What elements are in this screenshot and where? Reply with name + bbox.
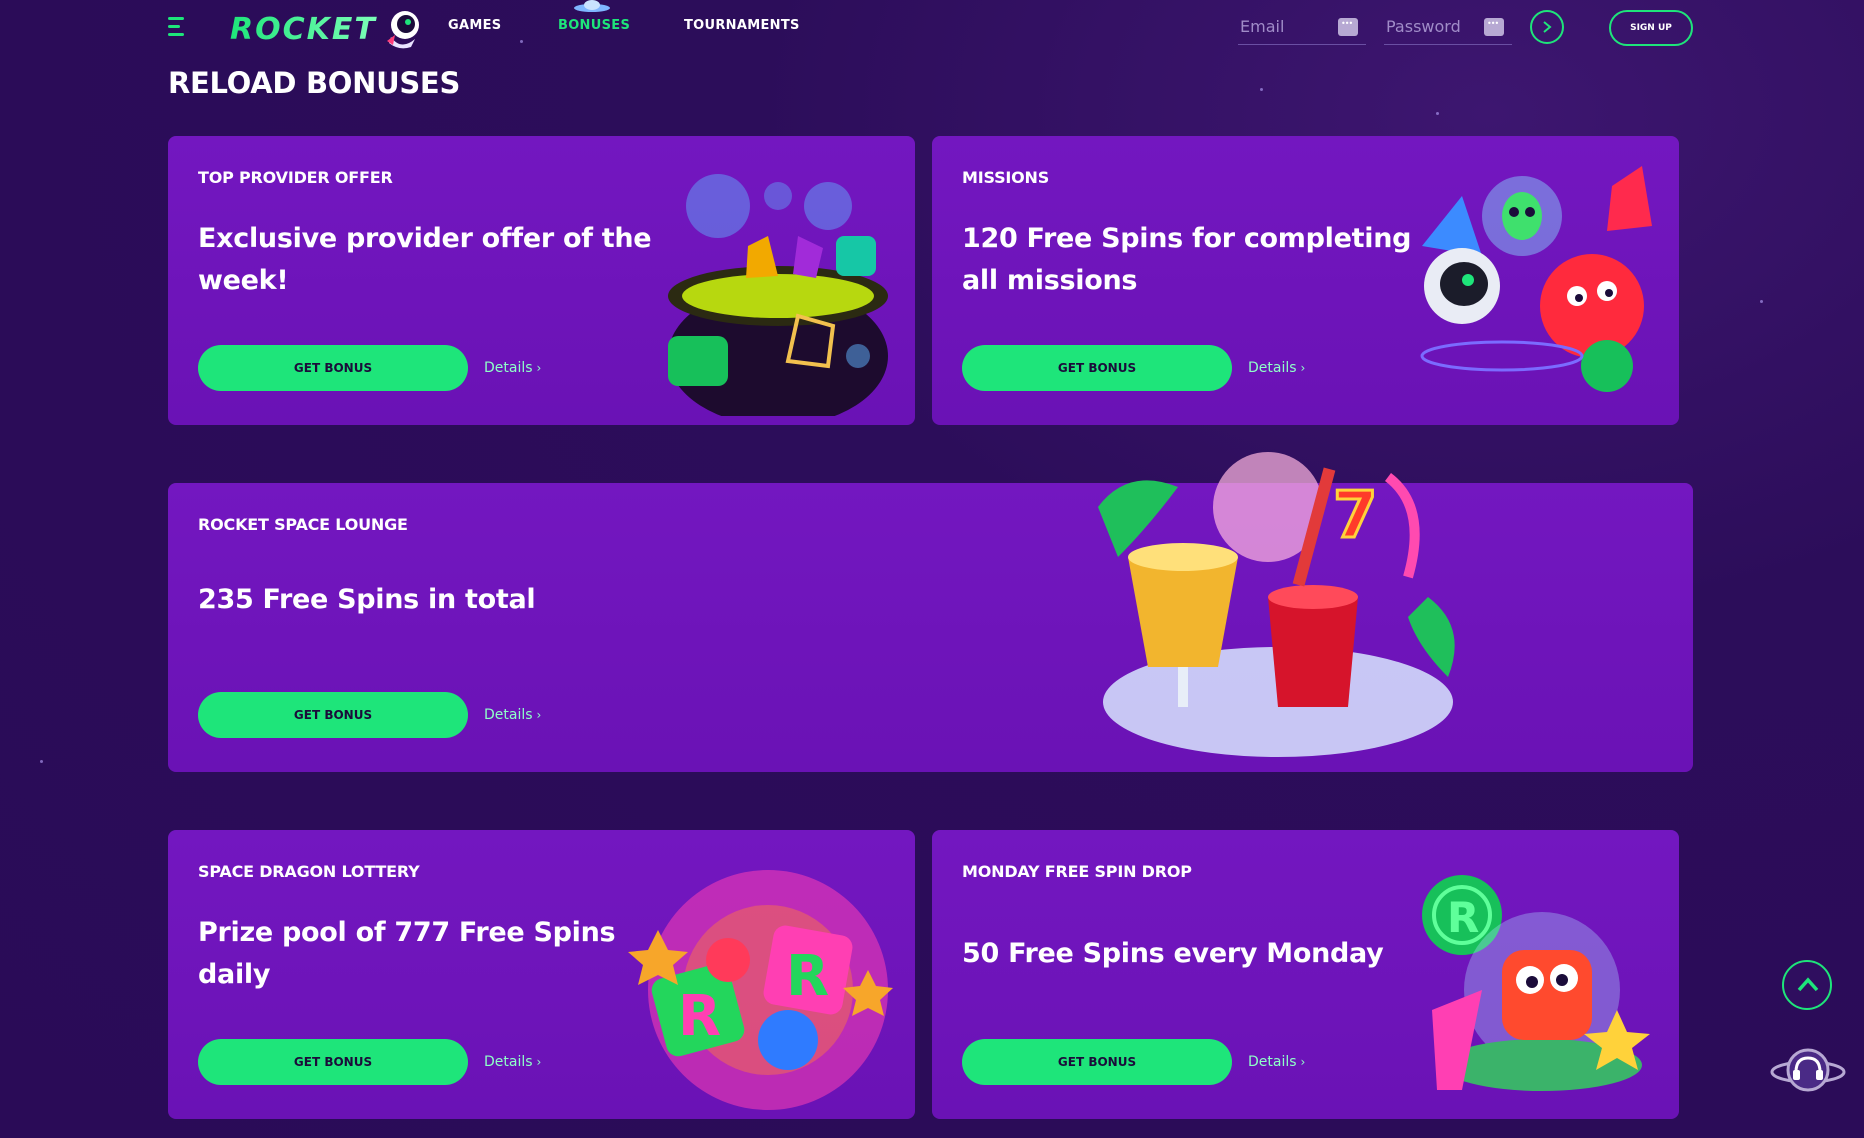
card-title-line: Prize pool of 777 Free Spins — [198, 917, 616, 948]
card-title: 120 Free Spins for completing all missio… — [962, 218, 1411, 302]
details-link[interactable]: Details › — [1248, 1054, 1305, 1070]
card-title-line: Exclusive provider offer of the — [198, 223, 652, 254]
ufo-icon — [574, 0, 610, 12]
chevron-right-icon: › — [1300, 361, 1306, 375]
get-bonus-button[interactable]: GET BONUS — [198, 1039, 468, 1085]
page-title: RELOAD BONUSES — [168, 66, 461, 100]
details-label: Details — [1248, 360, 1297, 376]
details-link[interactable]: Details › — [484, 1054, 541, 1070]
star-decoration — [40, 760, 43, 763]
card-title-line: all missions — [962, 265, 1138, 296]
nav-bonuses[interactable]: BONUSES — [558, 18, 630, 33]
top-header: ROCKET GAMES BONUSES TOURNAMENTS SIGN UP — [0, 0, 1864, 64]
email-input[interactable] — [1238, 16, 1342, 37]
svg-text:R: R — [1447, 893, 1479, 942]
chevron-up-icon — [1797, 977, 1819, 992]
details-label: Details — [484, 1054, 533, 1070]
card-title: 235 Free Spins in total — [198, 579, 536, 621]
get-bonus-button[interactable]: GET BONUS — [962, 345, 1232, 391]
details-link[interactable]: Details › — [484, 707, 541, 723]
chevron-right-icon: › — [536, 361, 542, 375]
get-bonus-button[interactable]: GET BONUS — [962, 1039, 1232, 1085]
svg-text:7: 7 — [1333, 479, 1378, 553]
card-title: Prize pool of 777 Free Spins daily — [198, 912, 616, 996]
get-bonus-button[interactable]: GET BONUS — [198, 692, 468, 738]
login-button[interactable] — [1530, 10, 1564, 44]
hamburger-icon[interactable] — [168, 17, 186, 37]
chevron-right-icon — [1543, 21, 1552, 33]
signup-button[interactable]: SIGN UP — [1609, 10, 1693, 46]
password-manager-icon[interactable] — [1484, 18, 1504, 36]
details-link[interactable]: Details › — [1248, 360, 1305, 376]
card-label: MISSIONS — [962, 168, 1050, 187]
bonus-card: SPACE DRAGON LOTTERY Prize pool of 777 F… — [168, 830, 915, 1119]
logo-text: ROCKET — [230, 11, 377, 47]
scroll-to-top-button[interactable] — [1782, 960, 1832, 1010]
cauldron-gems-art — [668, 174, 888, 416]
card-label: MONDAY FREE SPIN DROP — [962, 862, 1192, 881]
bonus-card: MONDAY FREE SPIN DROP 50 Free Spins ever… — [932, 830, 1679, 1119]
card-title-line: 235 Free Spins in total — [198, 584, 536, 615]
svg-text:R: R — [678, 984, 721, 1049]
card-title-line: daily — [198, 959, 271, 990]
cocktails-art: 7 — [1098, 452, 1455, 757]
details-label: Details — [484, 360, 533, 376]
support-headset-icon[interactable] — [1770, 1042, 1846, 1098]
lottery-art: R R — [628, 870, 893, 1110]
password-input[interactable] — [1384, 16, 1488, 37]
card-label: TOP PROVIDER OFFER — [198, 168, 393, 187]
get-bonus-button[interactable]: GET BONUS — [198, 345, 468, 391]
star-decoration — [1436, 112, 1439, 115]
svg-text:R: R — [786, 944, 829, 1009]
password-manager-icon[interactable] — [1338, 18, 1358, 36]
card-label: ROCKET SPACE LOUNGE — [198, 515, 408, 534]
bonus-card: TOP PROVIDER OFFER Exclusive provider of… — [168, 136, 915, 425]
chevron-right-icon: › — [536, 1055, 542, 1069]
nav-tournaments[interactable]: TOURNAMENTS — [684, 18, 800, 33]
details-link[interactable]: Details › — [484, 360, 541, 376]
card-title: Exclusive provider offer of the week! — [198, 218, 652, 302]
alien-astronaut-art — [1420, 166, 1652, 392]
chevron-right-icon: › — [1300, 1055, 1306, 1069]
details-label: Details — [1248, 1054, 1297, 1070]
card-title: 50 Free Spins every Monday — [962, 933, 1384, 975]
star-decoration — [1260, 88, 1263, 91]
password-field-wrapper — [1384, 10, 1512, 45]
bonus-card: ROCKET SPACE LOUNGE 235 Free Spins in to… — [168, 452, 1693, 772]
astronaut-mascot-icon — [386, 11, 419, 49]
bonus-card: MISSIONS 120 Free Spins for completing a… — [932, 136, 1679, 425]
monster-ufo-art: R — [1422, 875, 1650, 1091]
star-decoration — [1760, 300, 1763, 303]
email-field-wrapper — [1238, 10, 1366, 45]
card-label: SPACE DRAGON LOTTERY — [198, 862, 420, 881]
chevron-right-icon: › — [536, 708, 542, 722]
rocket-logo[interactable]: ROCKET — [230, 6, 425, 52]
card-title-line: 120 Free Spins for completing — [962, 223, 1412, 254]
card-title-line: 50 Free Spins every Monday — [962, 938, 1384, 969]
nav-games[interactable]: GAMES — [448, 18, 501, 33]
card-title-line: week! — [198, 265, 289, 296]
details-label: Details — [484, 707, 533, 723]
